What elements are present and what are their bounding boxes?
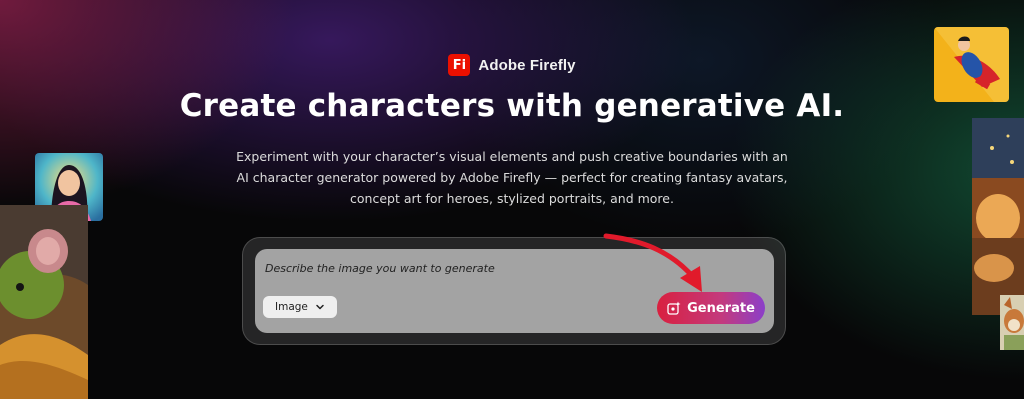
superhero-image [934,27,1009,102]
fox-character-image [1000,295,1024,350]
generate-button[interactable]: Generate [657,292,765,324]
mouse-character-image [0,205,88,399]
page-description: Experiment with your character’s visual … [236,149,788,206]
prompt-input[interactable]: Describe the image you want to generate [265,262,495,275]
firefly-logo-icon: Fi [448,54,471,76]
generate-label: Generate [687,300,755,316]
image-type-dropdown[interactable]: Image [263,296,337,318]
prompt-input-card[interactable]: Describe the image you want to generate … [255,249,774,333]
page-headline: Create characters with generative AI. [179,88,845,124]
brand-header: Fi Adobe Firefly [0,54,1024,76]
brand-name: Adobe Firefly [478,56,576,74]
chevron-down-icon [316,304,324,310]
cozy-room-image [972,118,1024,315]
image-type-label: Image [275,301,308,313]
prompt-panel: Describe the image you want to generate … [242,237,786,345]
sparkle-image-icon [667,301,681,315]
